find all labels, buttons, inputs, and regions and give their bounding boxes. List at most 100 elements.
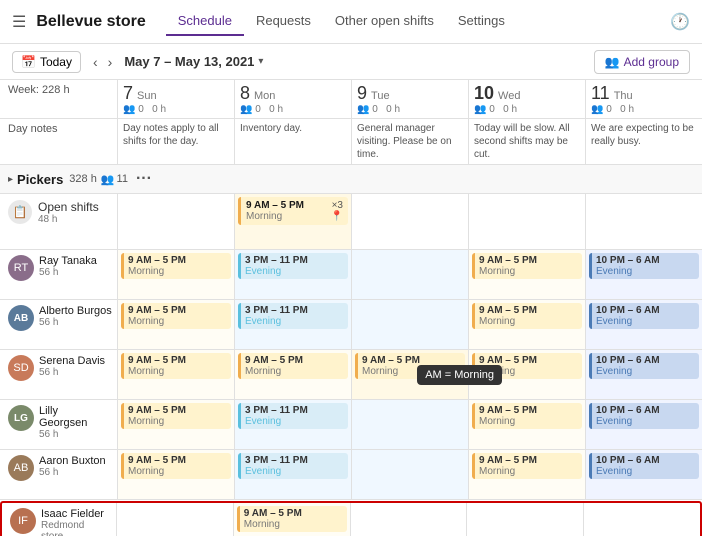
group-header: ▸ Pickers 328 h 👥 11 ··· — [0, 165, 702, 194]
shift-serena-9[interactable]: 9 AM – 5 PM Morning — [352, 350, 469, 399]
open-shift-cell-11 — [586, 194, 702, 249]
shift-isaac-10 — [467, 503, 584, 536]
employee-info-serena: SD Serena Davis 56 h — [0, 350, 118, 399]
day-name-7: Sun — [137, 90, 157, 102]
day-note-11: We are expecting to be really busy. — [586, 119, 702, 164]
employee-hours-aaron: 56 h — [39, 467, 106, 478]
shift-serena-7[interactable]: 9 AM – 5 PM Morning — [118, 350, 235, 399]
day-header-8: 8 Mon 👥 0 0 h — [235, 80, 352, 118]
employee-row-isaac: IF Isaac Fielder Redmond store 8 h 9 AM … — [0, 501, 702, 536]
hamburger-icon[interactable]: ☰ — [12, 12, 26, 32]
employee-info-isaac: IF Isaac Fielder Redmond store 8 h — [2, 503, 117, 536]
top-nav: ☰ Bellevue store Schedule Requests Other… — [0, 0, 702, 44]
add-group-icon: 👥 — [605, 55, 620, 69]
header-section: Week: 228 h 7 Sun 👥 0 0 h 8 Mon 👥 0 0 h — [0, 80, 702, 165]
day-notes-row: Day notes Day notes apply to all shifts … — [0, 119, 702, 165]
day-num-11: 11 — [591, 83, 610, 104]
shift-isaac-9 — [351, 503, 468, 536]
shift-alberto-8[interactable]: 3 PM – 11 PM Evening — [235, 300, 352, 349]
main-content: Week: 228 h 7 Sun 👥 0 0 h 8 Mon 👥 0 0 h — [0, 80, 702, 536]
open-shift-count: ×3 — [332, 200, 343, 211]
shift-alberto-10[interactable]: 9 AM – 5 PM Morning — [469, 300, 586, 349]
open-shift-cell-7 — [118, 194, 235, 249]
day-name-11: Thu — [614, 90, 633, 102]
chevron-down-icon[interactable]: ▾ — [258, 56, 263, 67]
day-num-9: 9 — [357, 83, 367, 104]
shift-aaron-9 — [352, 450, 469, 499]
employee-store-isaac: Redmond store — [41, 520, 108, 536]
group-people-count: 11 — [117, 173, 128, 185]
shift-aaron-10[interactable]: 9 AM – 5 PM Morning — [469, 450, 586, 499]
nav-arrows: ‹ › — [89, 54, 116, 70]
shift-ray-11[interactable]: 10 PM – 6 AM Evening — [586, 250, 702, 299]
shift-serena-11[interactable]: 10 PM – 6 AM Evening — [586, 350, 702, 399]
employee-name-ray: Ray Tanaka — [39, 255, 97, 267]
day-headers-row: Week: 228 h 7 Sun 👥 0 0 h 8 Mon 👥 0 0 h — [0, 80, 702, 119]
employee-info-lilly: LG Lilly Georgsen 56 h — [0, 400, 118, 449]
shift-isaac-8[interactable]: 9 AM – 5 PM Morning — [234, 503, 351, 536]
employee-name-serena: Serena Davis — [39, 355, 105, 367]
nav-right: 🕐 — [670, 12, 690, 32]
shift-alberto-7[interactable]: 9 AM – 5 PM Morning — [118, 300, 235, 349]
app-container: ☰ Bellevue store Schedule Requests Other… — [0, 0, 702, 536]
employee-info-aaron: AB Aaron Buxton 56 h — [0, 450, 118, 499]
group-people-icon: 👥 — [101, 173, 115, 186]
prev-arrow[interactable]: ‹ — [89, 54, 102, 70]
day-num-7: 7 — [123, 83, 133, 104]
shift-aaron-7[interactable]: 9 AM – 5 PM Morning — [118, 450, 235, 499]
shift-serena-10[interactable]: 9 AM – 5 PM Morning — [469, 350, 586, 399]
shift-aaron-8[interactable]: 3 PM – 11 PM Evening — [235, 450, 352, 499]
employee-hours-serena: 56 h — [39, 367, 105, 378]
group-chevron-icon[interactable]: ▸ — [8, 174, 13, 185]
group-menu-icon[interactable]: ··· — [136, 170, 152, 188]
day-notes-label: Day notes — [0, 119, 118, 164]
date-range[interactable]: May 7 – May 13, 2021 — [124, 54, 254, 69]
shift-ray-7[interactable]: 9 AM – 5 PM Morning — [118, 250, 235, 299]
open-shifts-info: 📋 Open shifts 48 h — [0, 194, 118, 249]
shift-aaron-11[interactable]: 10 PM – 6 AM Evening — [586, 450, 702, 499]
open-shifts-icon: 📋 — [13, 205, 28, 219]
open-shift-cell-8[interactable]: 9 AM – 5 PM ×3 Morning 📍 — [235, 194, 352, 249]
shift-lilly-10[interactable]: 9 AM – 5 PM Morning — [469, 400, 586, 449]
open-shifts-row: 📋 Open shifts 48 h 9 AM – 5 PM ×3 Mornin… — [0, 194, 702, 250]
open-shift-time: 9 AM – 5 PM — [246, 200, 304, 211]
day-note-8: Inventory day. — [235, 119, 352, 164]
shift-ray-8[interactable]: 3 PM – 11 PM Evening — [235, 250, 352, 299]
employee-row-alberto: AB Alberto Burgos 56 h 9 AM – 5 PM Morni… — [0, 300, 702, 350]
employee-name-lilly: Lilly Georgsen — [39, 405, 109, 429]
today-button[interactable]: 📅 Today — [12, 51, 81, 73]
shift-alberto-11[interactable]: 10 PM – 6 AM Evening — [586, 300, 702, 349]
calendar-small-icon: 📅 — [21, 55, 36, 69]
shift-serena-8[interactable]: 9 AM – 5 PM Morning — [235, 350, 352, 399]
employee-row-ray-tanaka: RT Ray Tanaka 56 h 9 AM – 5 PM Morning 3… — [0, 250, 702, 300]
avatar-alberto: AB — [8, 305, 34, 331]
add-group-button[interactable]: 👥 Add group — [594, 50, 690, 74]
nav-link-schedule[interactable]: Schedule — [166, 7, 244, 36]
shift-lilly-11[interactable]: 10 PM – 6 AM Evening — [586, 400, 702, 449]
next-arrow[interactable]: › — [104, 54, 117, 70]
clock-icon[interactable]: 🕐 — [670, 14, 690, 31]
employee-row-aaron: AB Aaron Buxton 56 h 9 AM – 5 PM Morning… — [0, 450, 702, 500]
shift-ray-10[interactable]: 9 AM – 5 PM Morning — [469, 250, 586, 299]
day-header-10: 10 Wed 👥 0 0 h — [469, 80, 586, 118]
week-info-cell: Week: 228 h — [0, 80, 118, 118]
day-note-9: General manager visiting. Please be on t… — [352, 119, 469, 164]
open-shift-cell-10 — [469, 194, 586, 249]
shift-lilly-8[interactable]: 3 PM – 11 PM Evening — [235, 400, 352, 449]
employee-row-lilly: LG Lilly Georgsen 56 h 9 AM – 5 PM Morni… — [0, 400, 702, 450]
avatar-aaron: AB — [8, 455, 34, 481]
toolbar: 📅 Today ‹ › May 7 – May 13, 2021 ▾ 👥 Add… — [0, 44, 702, 80]
nav-link-settings[interactable]: Settings — [446, 7, 517, 36]
open-shift-label: Morning — [246, 211, 282, 222]
nav-link-requests[interactable]: Requests — [244, 7, 323, 36]
avatar-serena: SD — [8, 355, 34, 381]
nav-link-open-shifts[interactable]: Other open shifts — [323, 7, 446, 36]
nav-links: Schedule Requests Other open shifts Sett… — [166, 7, 517, 36]
shift-lilly-7[interactable]: 9 AM – 5 PM Morning — [118, 400, 235, 449]
group-name: Pickers — [17, 172, 63, 187]
shift-isaac-7 — [117, 503, 234, 536]
shift-isaac-11 — [584, 503, 700, 536]
day-name-10: Wed — [498, 90, 520, 102]
day-header-7: 7 Sun 👥 0 0 h — [118, 80, 235, 118]
employee-info-ray: RT Ray Tanaka 56 h — [0, 250, 118, 299]
